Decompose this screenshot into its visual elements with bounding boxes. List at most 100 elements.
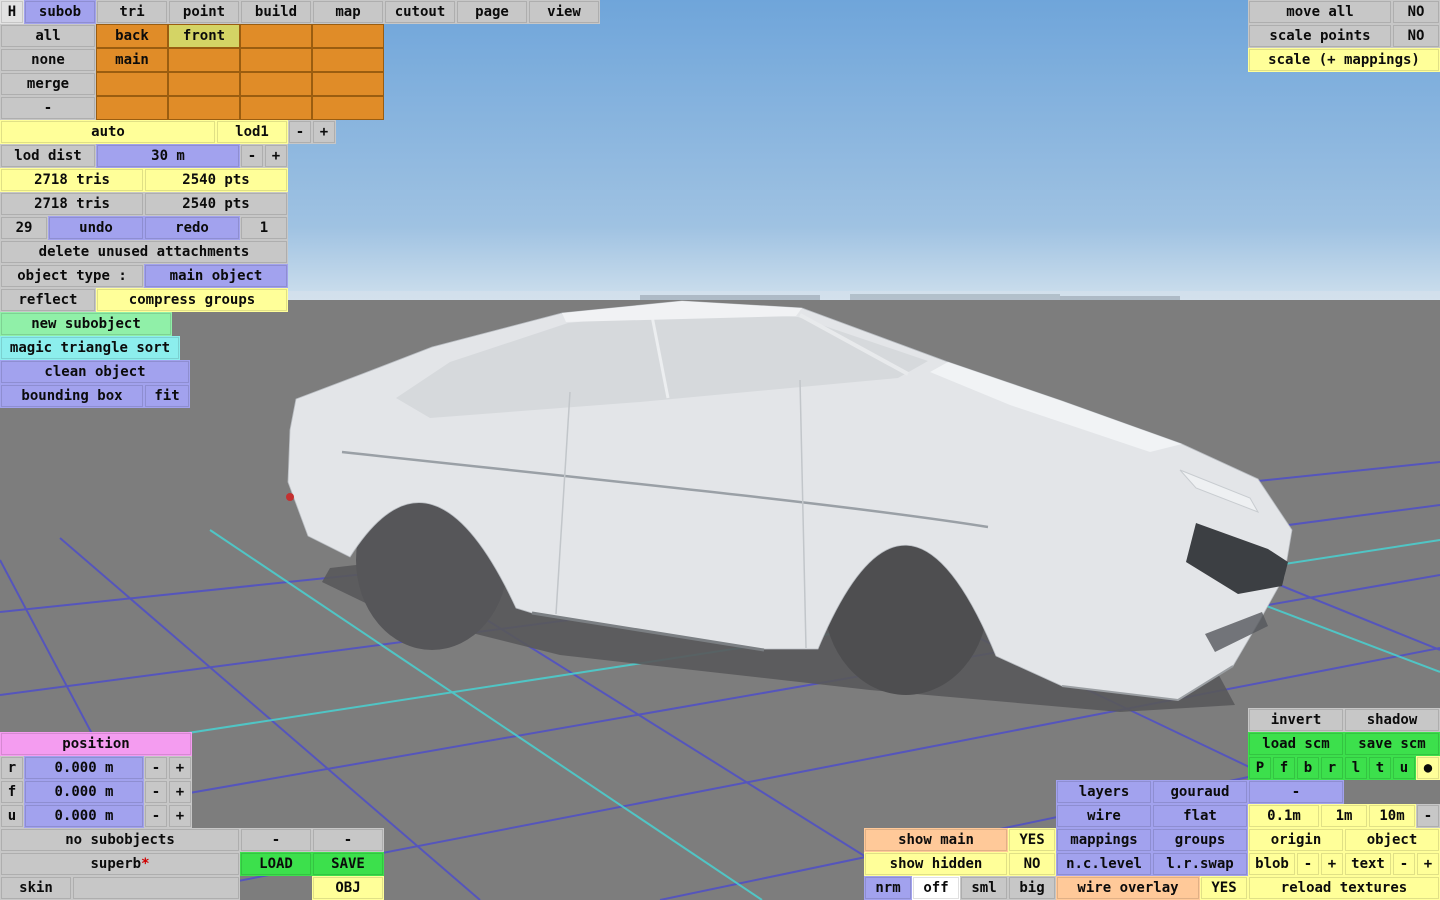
- position-u-minus-button[interactable]: -: [144, 804, 168, 828]
- undo-button[interactable]: undo: [48, 216, 144, 240]
- obj-export-button[interactable]: OBJ: [312, 876, 384, 900]
- show-hidden-button[interactable]: show hidden: [864, 852, 1008, 876]
- nc-level-button[interactable]: n.c.level: [1056, 852, 1152, 876]
- nrm-button[interactable]: nrm: [864, 876, 912, 900]
- tab-subob[interactable]: subob: [24, 0, 96, 24]
- scale-mappings-button[interactable]: scale (+ mappings): [1248, 48, 1440, 72]
- no-subobjects-button[interactable]: no subobjects: [0, 828, 240, 852]
- magic-triangle-sort-button[interactable]: magic triangle sort: [0, 336, 180, 360]
- lod-dist-minus-button[interactable]: -: [240, 144, 264, 168]
- tab-view[interactable]: view: [528, 0, 600, 24]
- position-f-value[interactable]: 0.000 m: [24, 780, 144, 804]
- fit-button[interactable]: fit: [144, 384, 190, 408]
- gouraud-button[interactable]: gouraud: [1152, 780, 1248, 804]
- object-button[interactable]: object: [1344, 828, 1440, 852]
- position-r-plus-button[interactable]: +: [168, 756, 192, 780]
- lod-dist-plus-button[interactable]: +: [264, 144, 288, 168]
- mappings-button[interactable]: mappings: [1056, 828, 1152, 852]
- compress-groups-button[interactable]: compress groups: [96, 288, 288, 312]
- view-top-button[interactable]: t: [1368, 756, 1392, 780]
- select-all-button[interactable]: all: [0, 24, 96, 48]
- position-f-minus-button[interactable]: -: [144, 780, 168, 804]
- view-back-button[interactable]: b: [1296, 756, 1320, 780]
- delete-unused-attachments-button[interactable]: delete unused attachments: [0, 240, 288, 264]
- view-right-button[interactable]: r: [1320, 756, 1344, 780]
- subob-back-button[interactable]: back: [96, 24, 168, 48]
- view-perspective-button[interactable]: P: [1248, 756, 1272, 780]
- subobject-prev-button[interactable]: -: [240, 828, 312, 852]
- position-r-minus-button[interactable]: -: [144, 756, 168, 780]
- scale-points-toggle[interactable]: NO: [1392, 24, 1440, 48]
- nrm-sml-button[interactable]: sml: [960, 876, 1008, 900]
- subob-grid-cell[interactable]: [240, 24, 312, 48]
- subob-grid-cell[interactable]: [312, 24, 384, 48]
- subobject-next-button[interactable]: -: [312, 828, 384, 852]
- bounding-box-button[interactable]: bounding box: [0, 384, 144, 408]
- skin-name-field[interactable]: [72, 876, 240, 900]
- subob-grid-cell[interactable]: [312, 72, 384, 96]
- grid-10m-button[interactable]: 10m: [1368, 804, 1416, 828]
- view-dot-button[interactable]: ●: [1416, 756, 1440, 780]
- subob-main-button[interactable]: main: [96, 48, 168, 72]
- save-button[interactable]: SAVE: [312, 852, 384, 876]
- blob-plus-button[interactable]: +: [1320, 852, 1344, 876]
- wire-button[interactable]: wire: [1056, 804, 1152, 828]
- move-all-toggle[interactable]: NO: [1392, 0, 1440, 24]
- invert-button[interactable]: invert: [1248, 708, 1344, 732]
- lod-minus-button[interactable]: -: [288, 120, 312, 144]
- nrm-big-button[interactable]: big: [1008, 876, 1056, 900]
- model-name-button[interactable]: superb *: [0, 852, 240, 876]
- subob-grid-cell[interactable]: [168, 96, 240, 120]
- redo-button[interactable]: redo: [144, 216, 240, 240]
- tab-page[interactable]: page: [456, 0, 528, 24]
- skin-button[interactable]: skin: [0, 876, 72, 900]
- new-subobject-button[interactable]: new subobject: [0, 312, 172, 336]
- tab-tri[interactable]: tri: [96, 0, 168, 24]
- groups-button[interactable]: groups: [1152, 828, 1248, 852]
- subob-grid-cell[interactable]: [96, 96, 168, 120]
- subob-front-button[interactable]: front: [168, 24, 240, 48]
- subob-grid-cell[interactable]: [168, 48, 240, 72]
- subob-grid-cell[interactable]: [312, 48, 384, 72]
- subob-grid-cell[interactable]: [96, 72, 168, 96]
- view-under-button[interactable]: u: [1392, 756, 1416, 780]
- layers-button[interactable]: layers: [1056, 780, 1152, 804]
- tab-point[interactable]: point: [168, 0, 240, 24]
- position-title[interactable]: position: [0, 732, 192, 756]
- subob-dash-button[interactable]: -: [0, 96, 96, 120]
- origin-button[interactable]: origin: [1248, 828, 1344, 852]
- subob-grid-cell[interactable]: [168, 72, 240, 96]
- wire-overlay-button[interactable]: wire overlay: [1056, 876, 1200, 900]
- show-main-button[interactable]: show main: [864, 828, 1008, 852]
- grid-0-1m-button[interactable]: 0.1m: [1248, 804, 1320, 828]
- position-f-plus-button[interactable]: +: [168, 780, 192, 804]
- lod1-button[interactable]: lod1: [216, 120, 288, 144]
- blob-button[interactable]: blob: [1248, 852, 1296, 876]
- position-u-plus-button[interactable]: +: [168, 804, 192, 828]
- position-u-value[interactable]: 0.000 m: [24, 804, 144, 828]
- tab-cutout[interactable]: cutout: [384, 0, 456, 24]
- text-minus-button[interactable]: -: [1392, 852, 1416, 876]
- flat-button[interactable]: flat: [1152, 804, 1248, 828]
- shadow-button[interactable]: shadow: [1344, 708, 1440, 732]
- grid-1m-button[interactable]: 1m: [1320, 804, 1368, 828]
- blob-minus-button[interactable]: -: [1296, 852, 1320, 876]
- save-scm-button[interactable]: save scm: [1344, 732, 1440, 756]
- grid-dash-button[interactable]: -: [1416, 804, 1440, 828]
- reflect-button[interactable]: reflect: [0, 288, 96, 312]
- subob-grid-cell[interactable]: [240, 72, 312, 96]
- reload-textures-button[interactable]: reload textures: [1248, 876, 1440, 900]
- text-plus-button[interactable]: +: [1416, 852, 1440, 876]
- position-r-value[interactable]: 0.000 m: [24, 756, 144, 780]
- move-all-button[interactable]: move all: [1248, 0, 1392, 24]
- scale-points-button[interactable]: scale points: [1248, 24, 1392, 48]
- clean-object-button[interactable]: clean object: [0, 360, 190, 384]
- tab-map[interactable]: map: [312, 0, 384, 24]
- show-main-toggle[interactable]: YES: [1008, 828, 1056, 852]
- lr-swap-button[interactable]: l.r.swap: [1152, 852, 1248, 876]
- load-button[interactable]: LOAD: [240, 852, 312, 876]
- subob-grid-cell[interactable]: [240, 96, 312, 120]
- select-none-button[interactable]: none: [0, 48, 96, 72]
- merge-button[interactable]: merge: [0, 72, 96, 96]
- lod-plus-button[interactable]: +: [312, 120, 336, 144]
